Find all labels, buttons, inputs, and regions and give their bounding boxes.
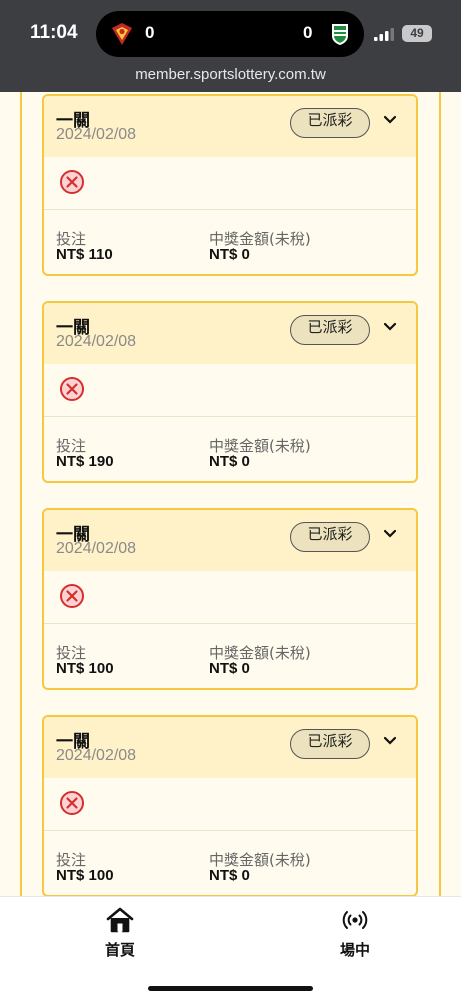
payout-value: NT$ 0 — [209, 246, 250, 263]
bet-card[interactable]: 一關 2024/02/08 已派彩 投注 NT$ 100 中獎金額(未稅) NT… — [42, 715, 418, 896]
status-badge: 已派彩 — [290, 729, 370, 759]
dynamic-island-score[interactable]: 0 0 — [96, 11, 364, 57]
broadcast-icon — [342, 911, 368, 929]
bet-card-header[interactable]: 一關 2024/02/08 已派彩 — [44, 510, 416, 571]
stake-value: NT$ 100 — [56, 867, 114, 884]
chevron-down-icon[interactable] — [383, 322, 397, 332]
home-team-score: 0 — [145, 23, 155, 42]
nav-label-live: 場中 — [339, 941, 370, 959]
bet-date: 2024/02/08 — [56, 333, 137, 350]
status-time: 11:04 — [30, 22, 78, 43]
payout-value: NT$ 0 — [209, 453, 250, 470]
bottom-nav: 首頁 場中 — [0, 896, 461, 1000]
bet-amounts: 投注 NT$ 100 中獎金額(未稅) NT$ 0 — [44, 831, 416, 895]
cellular-signal-icon — [374, 28, 394, 41]
bet-date: 2024/02/08 — [56, 126, 137, 143]
bet-card-header[interactable]: 一關 2024/02/08 已派彩 — [44, 303, 416, 364]
bet-result-row — [44, 157, 416, 210]
address-bar-url[interactable]: member.sportslottery.com.tw — [0, 66, 461, 83]
bet-card[interactable]: 一關 2024/02/08 已派彩 投注 NT$ 190 中獎金額(未稅) NT… — [42, 301, 418, 483]
bet-result-row — [44, 571, 416, 624]
status-badge: 已派彩 — [290, 522, 370, 552]
chevron-down-icon[interactable] — [383, 115, 397, 125]
nav-label-home: 首頁 — [104, 941, 135, 959]
bet-card-header[interactable]: 一關 2024/02/08 已派彩 — [44, 96, 416, 157]
home-team-badge-icon — [112, 23, 132, 45]
stake-value: NT$ 190 — [56, 453, 114, 470]
nav-item-home[interactable]: 首頁 — [80, 907, 160, 960]
lose-x-icon — [60, 791, 84, 815]
lose-x-icon — [60, 584, 84, 608]
lose-x-icon — [60, 170, 84, 194]
bet-history-list[interactable]: 一關 2024/02/08 已派彩 投注 NT$ 110 中獎金額(未稅) NT… — [0, 92, 461, 896]
bet-date: 2024/02/08 — [56, 540, 137, 557]
stake-value: NT$ 100 — [56, 660, 114, 677]
payout-value: NT$ 0 — [209, 867, 250, 884]
bet-date: 2024/02/08 — [56, 747, 137, 764]
bet-card-header[interactable]: 一關 2024/02/08 已派彩 — [44, 717, 416, 778]
bet-amounts: 投注 NT$ 110 中獎金額(未稅) NT$ 0 — [44, 210, 416, 274]
bet-card[interactable]: 一關 2024/02/08 已派彩 投注 NT$ 110 中獎金額(未稅) NT… — [42, 94, 418, 276]
bet-result-row — [44, 778, 416, 831]
stake-value: NT$ 110 — [56, 246, 113, 263]
bet-result-row — [44, 364, 416, 417]
chevron-down-icon[interactable] — [383, 529, 397, 539]
status-badge: 已派彩 — [290, 315, 370, 345]
battery-icon: 49 — [402, 25, 432, 42]
away-team-badge-icon — [332, 24, 348, 45]
status-bar: 11:04 0 0 49 member.sportslottery.com.tw — [0, 0, 461, 92]
payout-value: NT$ 0 — [209, 660, 250, 677]
bet-amounts: 投注 NT$ 100 中獎金額(未稅) NT$ 0 — [44, 624, 416, 688]
status-badge: 已派彩 — [290, 108, 370, 138]
chevron-down-icon[interactable] — [383, 736, 397, 746]
home-icon — [106, 907, 134, 933]
nav-item-live[interactable]: 場中 — [315, 907, 395, 960]
lose-x-icon — [60, 377, 84, 401]
bet-amounts: 投注 NT$ 190 中獎金額(未稅) NT$ 0 — [44, 417, 416, 481]
home-indicator[interactable] — [148, 986, 313, 991]
away-team-score: 0 — [303, 23, 313, 42]
bet-card[interactable]: 一關 2024/02/08 已派彩 投注 NT$ 100 中獎金額(未稅) NT… — [42, 508, 418, 690]
